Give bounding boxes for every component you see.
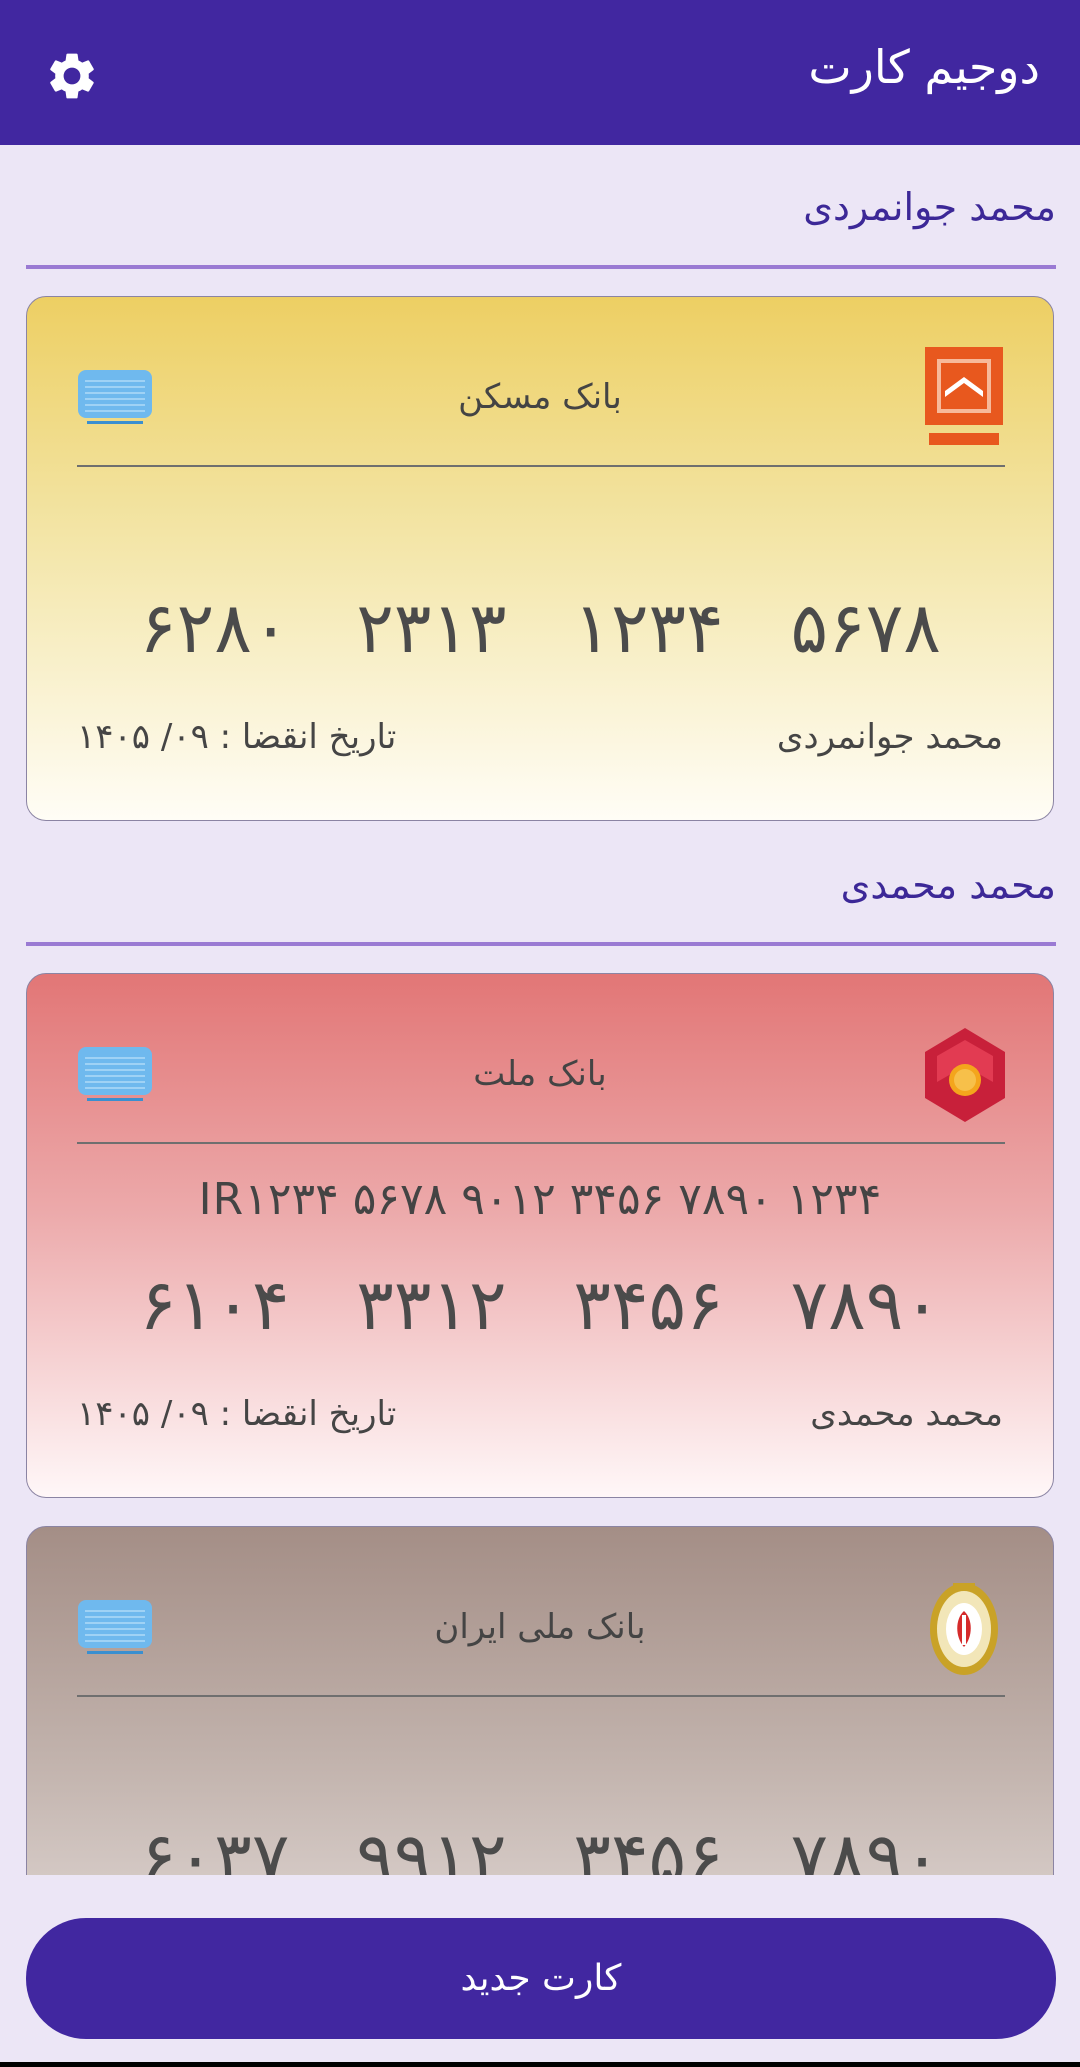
app-title: دوجیم کارت bbox=[808, 40, 1040, 94]
card-number: ۶۱۰۴ ۳۳۱۲ ۳۴۵۶ ۷۸۹۰ bbox=[139, 1264, 941, 1346]
group-title: محمد جوانمردی bbox=[803, 185, 1056, 229]
card-list[interactable]: محمد جوانمردی بانک مسکن ۶۲۸۰ ۲۳۱۳ ۱۲۳۴ ۵… bbox=[0, 145, 1080, 1875]
bank-maskan-logo bbox=[923, 345, 1005, 449]
group-title: محمد محمدی bbox=[840, 863, 1056, 907]
card-holder: محمد محمدی bbox=[810, 1394, 1003, 1434]
bank-mellat-logo bbox=[923, 1022, 1005, 1126]
group-divider bbox=[26, 942, 1056, 946]
app-bar: دوجیم کارت bbox=[0, 0, 1080, 145]
card-expiry: تاریخ انقضا : ۰۹/ ۱۴۰۵ bbox=[77, 717, 397, 757]
bank-melli-logo bbox=[923, 1575, 1005, 1679]
bank-card-melli[interactable]: بانک ملی ایران ۶۰۳۷ ۹۹۱۲ ۳۴۵۶ ۷۸۹۰ bbox=[26, 1526, 1054, 1875]
new-card-button[interactable]: کارت جدید bbox=[26, 1918, 1056, 2039]
bank-card-mellat[interactable]: بانک ملت IR۱۲۳۴ ۵۶۷۸ ۹۰۱۲ ۳۴۵۶ ۷۸۹۰ ۱۲۳۴… bbox=[26, 973, 1054, 1498]
system-nav-strip bbox=[0, 2062, 1080, 2067]
card-number: ۶۰۳۷ ۹۹۱۲ ۳۴۵۶ ۷۸۹۰ bbox=[139, 1817, 941, 1875]
bank-name: بانک ملت bbox=[473, 1054, 607, 1094]
card-divider bbox=[77, 1695, 1005, 1697]
bank-name: بانک ملی ایران bbox=[434, 1607, 646, 1647]
card-divider bbox=[77, 465, 1005, 467]
card-number: ۶۲۸۰ ۲۳۱۳ ۱۲۳۴ ۵۶۷۸ bbox=[139, 587, 941, 669]
card-divider bbox=[77, 1142, 1005, 1144]
bank-card-maskan[interactable]: بانک مسکن ۶۲۸۰ ۲۳۱۳ ۱۲۳۴ ۵۶۷۸ محمد جوانم… bbox=[26, 296, 1054, 821]
card-iban: IR۱۲۳۴ ۵۶۷۸ ۹۰۱۲ ۳۴۵۶ ۷۸۹۰ ۱۲۳۴ bbox=[198, 1174, 882, 1225]
group-divider bbox=[26, 265, 1056, 269]
gear-icon[interactable] bbox=[44, 48, 100, 104]
card-expiry: تاریخ انقضا : ۰۹/ ۱۴۰۵ bbox=[77, 1394, 397, 1434]
bank-name: بانک مسکن bbox=[458, 377, 622, 417]
card-holder: محمد جوانمردی bbox=[776, 717, 1003, 757]
